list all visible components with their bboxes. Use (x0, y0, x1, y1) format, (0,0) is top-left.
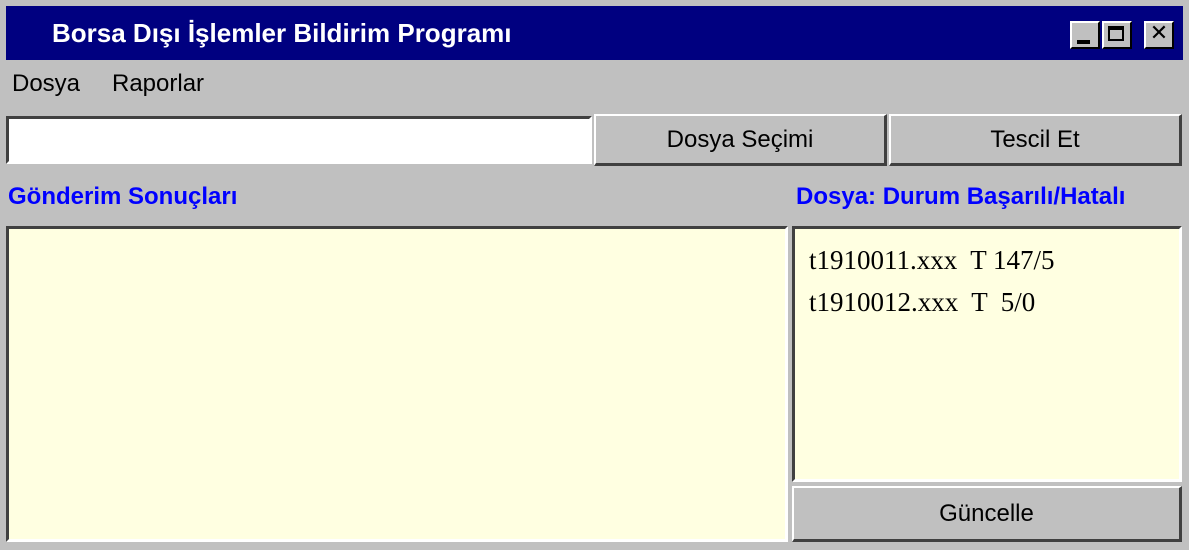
status-list[interactable]: t1910011.xxx T 147/5 t1910012.xxx T 5/0 (792, 226, 1182, 482)
register-button[interactable]: Tescil Et (889, 114, 1182, 166)
menu-bar: Dosya Raporlar (6, 62, 1183, 106)
app-window: Borsa Dışı İşlemler Bildirim Programı ✕ … (0, 0, 1189, 550)
file-path-input[interactable] (6, 116, 592, 164)
list-item[interactable]: t1910011.xxx T 147/5 (809, 239, 1165, 281)
close-button[interactable]: ✕ (1144, 21, 1174, 49)
bottom-edge (0, 544, 1189, 550)
status-label: Dosya: Durum Başarılı/Hatalı (796, 183, 1126, 210)
title-bar[interactable]: Borsa Dışı İşlemler Bildirim Programı ✕ (6, 6, 1183, 60)
refresh-button[interactable]: Güncelle (792, 486, 1182, 542)
results-panel[interactable] (6, 226, 788, 542)
minimize-button[interactable] (1070, 21, 1100, 49)
list-item[interactable]: t1910012.xxx T 5/0 (809, 281, 1165, 323)
results-label: Gönderim Sonuçları (8, 183, 238, 210)
window-title: Borsa Dışı İşlemler Bildirim Programı (52, 18, 512, 48)
select-file-button[interactable]: Dosya Seçimi (594, 114, 887, 166)
menu-dosya[interactable]: Dosya (12, 70, 80, 98)
menu-raporlar[interactable]: Raporlar (112, 70, 204, 98)
maximize-button[interactable] (1102, 21, 1132, 49)
